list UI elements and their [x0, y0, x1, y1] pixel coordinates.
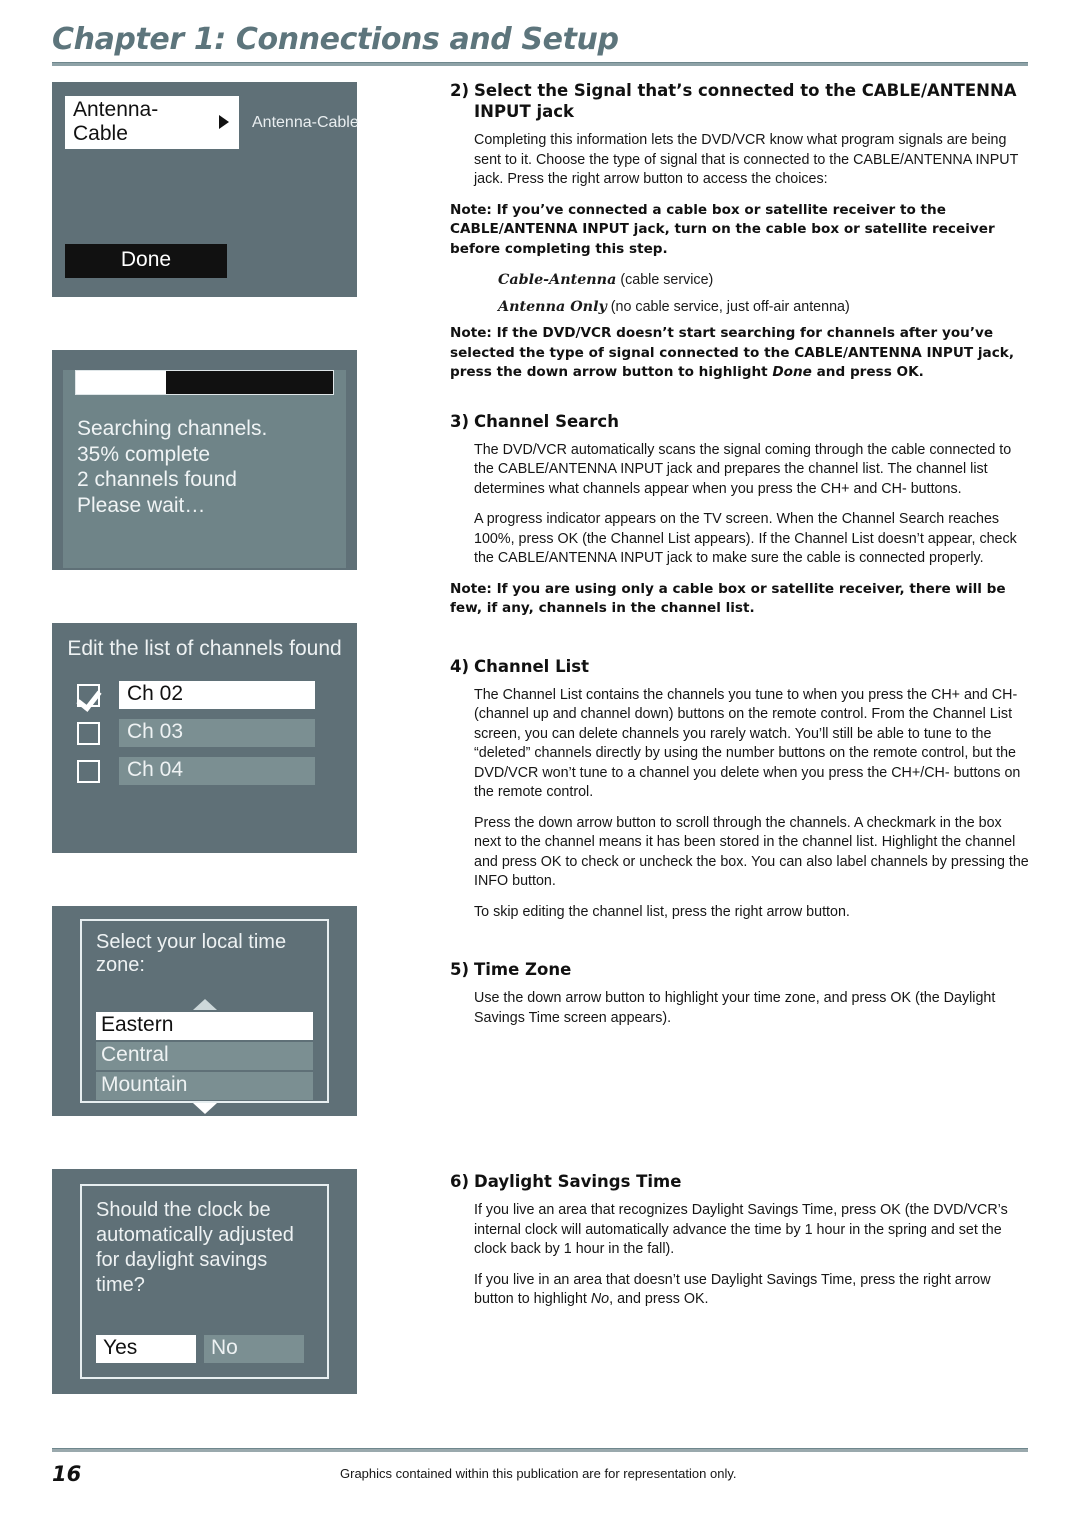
section-heading-4: 4) Channel List — [450, 656, 1030, 677]
screen-channel-search: Searching channels. 35% complete 2 chann… — [52, 350, 357, 570]
note-text-b: and press OK. — [811, 364, 924, 380]
screen-antenna-select: Antenna-Cable Antenna-Cable Done — [52, 82, 359, 297]
section-heading-2: 2) Select the Signal that’s connected to… — [450, 80, 1030, 122]
antenna-signal-value: Antenna-Cable — [73, 98, 159, 145]
choice-label: Antenna Only — [498, 299, 607, 315]
section-number: 3) — [450, 411, 470, 431]
arrow-up-icon[interactable] — [192, 999, 217, 1010]
choice-description: (no cable service, just off-air antenna) — [610, 299, 850, 315]
footer-row: 16 Graphics contained within this public… — [52, 1462, 1028, 1488]
section-number: 2) — [450, 81, 470, 100]
paragraph: The Channel List contains the channels y… — [474, 686, 1021, 801]
page-number: 16 — [52, 1462, 82, 1486]
section-title: Channel List — [474, 656, 589, 676]
screen-time-zone: Select your local time zone: Eastern Cen… — [52, 906, 357, 1116]
channel-search-inner: Searching channels. 35% complete 2 chann… — [63, 370, 346, 568]
section-title: Select the Signal that’s connected to th… — [474, 81, 1017, 121]
section-number: 6) — [450, 1172, 470, 1191]
progress-bar-fill — [76, 371, 166, 394]
section-number: 5) — [450, 960, 470, 979]
body-content: 2) Select the Signal that’s connected to… — [450, 80, 1030, 1321]
footer-divider — [52, 1448, 1028, 1452]
time-zone-dialog: Select your local time zone: Eastern Cen… — [80, 919, 329, 1114]
section-title: Channel Search — [474, 411, 619, 431]
screen-daylight-savings: Should the clock be automatically adjust… — [52, 1169, 357, 1394]
daylight-savings-dialog: Should the clock be automatically adjust… — [80, 1184, 329, 1379]
search-status-line-4: Please wait… — [77, 493, 206, 517]
checkbox-unchecked-icon[interactable] — [77, 721, 100, 745]
chapter-header: Chapter 1: Connections and Setup — [52, 22, 1028, 66]
checkbox-checked-icon[interactable] — [77, 683, 100, 707]
list-item[interactable]: Ch 03 — [77, 719, 357, 747]
footer-note: Graphics contained within this publicati… — [340, 1466, 737, 1481]
progress-bar — [75, 370, 334, 395]
paragraph-text-a: If you live in an area that doesn’t use … — [474, 1271, 991, 1308]
yes-button[interactable]: Yes — [96, 1335, 196, 1363]
section-heading-6: 6) Daylight Savings Time — [450, 1171, 1030, 1192]
section-title: Daylight Savings Time — [474, 1172, 682, 1191]
choice-description: (cable service) — [620, 272, 714, 288]
arrow-down-icon[interactable] — [192, 1103, 217, 1114]
section-heading-3: 3) Channel Search — [450, 411, 1030, 432]
channel-label[interactable]: Ch 03 — [119, 719, 315, 747]
list-item[interactable]: Ch 02 — [77, 681, 357, 709]
channel-search-status: Searching channels. 35% complete 2 chann… — [77, 416, 346, 518]
paragraph: To skip editing the channel list, press … — [474, 903, 850, 920]
time-zone-option[interactable]: Central — [96, 1042, 313, 1070]
choice-antenna-only: Antenna Only (no cable service, just off… — [498, 297, 1030, 317]
header-divider — [52, 62, 1028, 66]
choice-cable-antenna: Cable-Antenna (cable service) — [498, 270, 1030, 290]
antenna-signal-field[interactable]: Antenna-Cable — [65, 96, 239, 149]
paragraph: Use the down arrow button to highlight y… — [474, 990, 996, 1026]
no-button[interactable]: No — [204, 1335, 304, 1363]
antenna-select-row: Antenna-Cable Antenna-Cable — [65, 96, 359, 149]
paragraph: If you live in an area that doesn’t use … — [474, 1271, 1030, 1310]
time-zone-title: Select your local time zone: — [96, 931, 287, 976]
choice-label: Cable-Antenna — [498, 272, 617, 288]
section-title: Time Zone — [474, 960, 572, 979]
paragraph: Press the down arrow button to scroll th… — [474, 814, 1029, 890]
section-heading-5: 5) Time Zone — [450, 959, 1030, 980]
daylight-savings-buttons: Yes No — [96, 1335, 304, 1363]
channel-list-title: Edit the list of channels found — [67, 637, 342, 660]
page-title: Chapter 1: Connections and Setup — [52, 22, 619, 57]
search-status-line-2: 35% complete — [77, 442, 211, 466]
note-emphasis: Done — [772, 364, 812, 380]
checkbox-unchecked-icon[interactable] — [77, 759, 100, 783]
page-footer: 16 Graphics contained within this public… — [52, 1448, 1028, 1488]
done-button[interactable]: Done — [65, 244, 227, 278]
note: Note: If you are using only a cable box … — [450, 580, 1006, 617]
channel-label[interactable]: Ch 04 — [119, 757, 315, 785]
section-number: 4) — [450, 656, 470, 676]
screen-illustrations: Antenna-Cable Antenna-Cable Done Searchi… — [52, 82, 359, 1447]
time-zone-option[interactable]: Mountain — [96, 1072, 313, 1100]
antenna-side-label: Antenna-Cable — [252, 113, 359, 131]
time-zone-option[interactable]: Eastern — [96, 1012, 313, 1040]
paragraph: Completing this information lets the DVD… — [474, 132, 1019, 187]
search-status-line-1: Searching channels. — [77, 417, 268, 440]
paragraph-emphasis: No — [590, 1291, 610, 1307]
paragraph: The DVD/VCR automatically scans the sign… — [474, 441, 1012, 497]
screen-channel-list: Edit the list of channels found Ch 02 Ch… — [52, 623, 357, 853]
arrow-right-icon — [219, 115, 229, 129]
paragraph: If you live an area that recognizes Dayl… — [474, 1202, 1008, 1257]
channel-list-rows: Ch 02 Ch 03 Ch 04 — [77, 681, 357, 785]
note: Note: If you’ve connected a cable box or… — [450, 201, 995, 257]
channel-label[interactable]: Ch 02 — [119, 681, 315, 709]
list-item[interactable]: Ch 04 — [77, 757, 357, 785]
note-text-a: Note: If the DVD/VCR doesn’t start searc… — [450, 325, 1014, 380]
daylight-savings-question: Should the clock be automatically adjust… — [96, 1199, 294, 1296]
paragraph-text-b: , and press OK. — [609, 1291, 709, 1307]
note: Note: If the DVD/VCR doesn’t start searc… — [450, 324, 1030, 383]
search-status-line-3: 2 channels found — [77, 468, 237, 491]
paragraph: A progress indicator appears on the TV s… — [474, 511, 1017, 566]
